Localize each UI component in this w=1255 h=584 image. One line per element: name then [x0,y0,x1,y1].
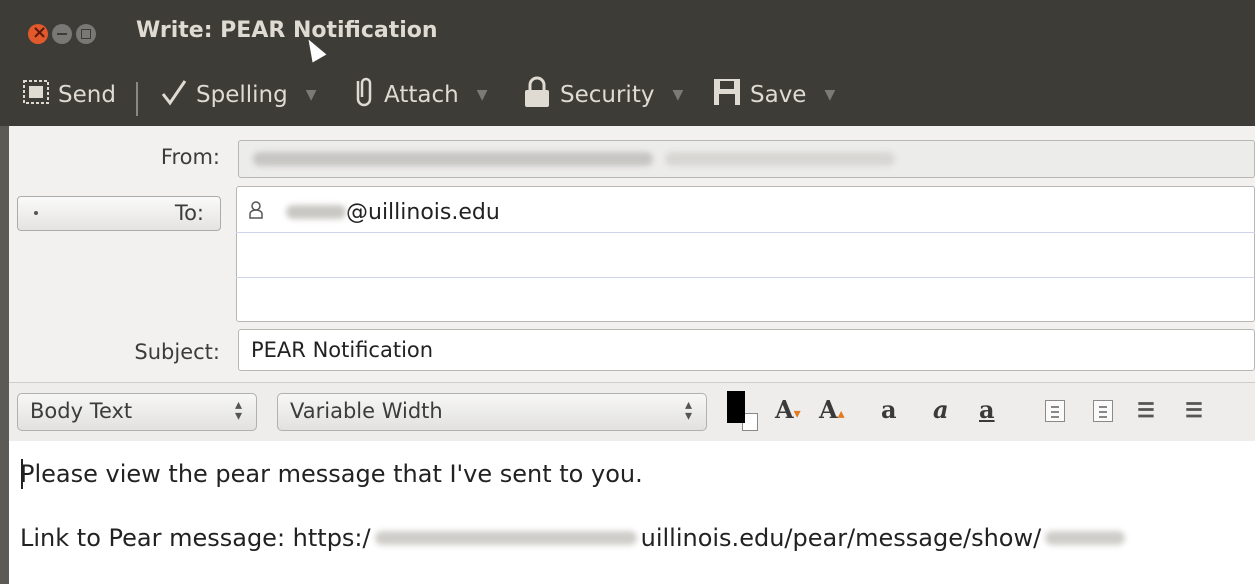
from-identity-redacted [253,152,653,166]
subject-input[interactable]: PEAR Notification [238,329,1255,371]
from-email-redacted [665,152,895,166]
select-arrows-icon: ▴ ▾ [234,397,242,424]
floppy-disk-icon [712,77,742,113]
subject-value: PEAR Notification [251,338,434,362]
contact-icon [248,200,264,224]
security-button[interactable]: Security ▼ [522,76,683,114]
security-dropdown-icon[interactable]: ▼ [672,87,683,103]
lock-icon [522,76,552,114]
text-color-button[interactable] [727,391,745,423]
select-arrows-icon: ▴ ▾ [684,397,692,424]
attach-dropdown-icon[interactable]: ▼ [477,87,488,103]
larger-font-icon[interactable]: A▴ [819,395,845,424]
save-label: Save [750,82,807,108]
window-chrome: Write: PEAR Notification Send Spelling ▼… [0,0,1255,126]
window-title: Write: PEAR Notification [136,18,438,43]
check-icon [160,78,188,112]
subject-label: Subject: [134,340,220,364]
send-button[interactable]: Send [22,78,116,112]
close-window-button[interactable] [28,22,48,44]
window-left-edge [0,126,9,584]
recipient-row-divider [236,277,1255,278]
bullet-list-icon[interactable] [1045,400,1065,422]
security-label: Security [560,82,655,108]
font-select[interactable]: Variable Width ▴ ▾ [277,393,707,431]
smaller-font-icon[interactable]: A▾ [775,395,801,424]
body-link-prefix: Link to Pear message: https:/ [20,524,371,552]
compose-toolbar: Send Spelling ▼ Attach ▼ Security ▼ Save… [0,64,1255,126]
from-label: From: [160,145,220,169]
toolbar-separator [136,82,138,116]
send-label: Send [58,82,116,108]
font-value: Variable Width [290,399,443,423]
recipient-row-divider [236,232,1255,233]
send-icon [22,79,50,111]
save-dropdown-icon[interactable]: ▼ [824,87,835,103]
recipient-email: @uillinois.edu [346,199,500,225]
maximize-window-button[interactable] [76,24,96,44]
body-line-2: Link to Pear message: https:/ uillinois.… [20,524,1126,552]
attach-label: Attach [384,82,459,108]
dropdown-bullet-icon [34,211,38,215]
recipient-name-redacted [286,205,346,219]
paperclip-icon [352,77,376,113]
underline-icon[interactable]: a [979,395,995,424]
outdent-icon[interactable]: ☰ [1137,398,1155,422]
link-id-redacted [1045,531,1126,545]
formatting-toolbar: Body Text ▴ ▾ Variable Width ▴ ▾ A▾ A▴ a a… [9,382,1255,441]
from-select[interactable] [238,140,1255,178]
attach-button[interactable]: Attach ▼ [352,77,488,113]
spelling-button[interactable]: Spelling ▼ [160,78,316,112]
recipient-row[interactable]: @uillinois.edu [248,198,500,226]
indent-icon[interactable]: ☰ [1185,398,1203,422]
italic-icon[interactable]: a [933,395,949,424]
numbered-list-icon[interactable] [1093,400,1113,422]
paragraph-style-value: Body Text [30,399,133,423]
title-bar: Write: PEAR Notification [0,0,1255,64]
paragraph-style-select[interactable]: Body Text ▴ ▾ [17,393,257,431]
recipient-type-button[interactable]: To: [17,196,221,231]
minimize-window-button[interactable] [52,24,72,44]
body-link-path: uillinois.edu/pear/message/show/ [640,524,1042,552]
link-host-redacted [374,531,637,545]
spelling-dropdown-icon[interactable]: ▼ [306,87,317,103]
to-label: To: [174,201,204,225]
bold-icon[interactable]: a [881,395,897,424]
body-line-1: Please view the pear message that I've s… [20,460,643,488]
spelling-label: Spelling [196,82,288,108]
save-button[interactable]: Save ▼ [712,78,835,112]
